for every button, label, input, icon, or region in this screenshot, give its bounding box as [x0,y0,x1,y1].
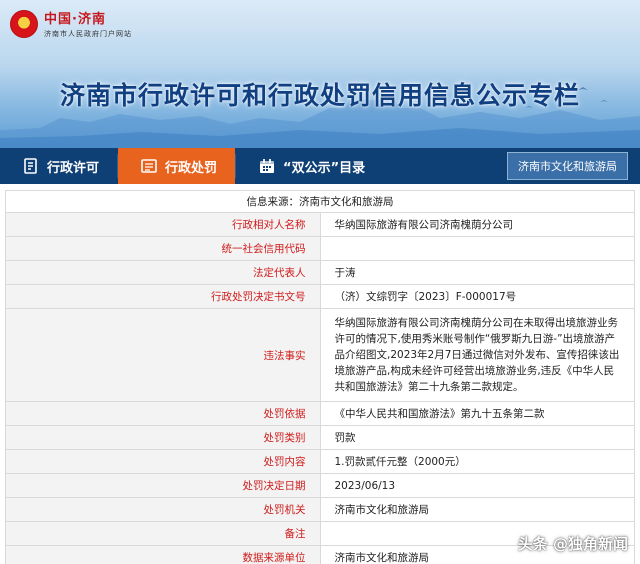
field-label: 法定代表人 [5,260,321,285]
field-label: 违法事实 [5,308,321,402]
department-link[interactable]: 济南市文化和旅游局 [507,152,628,180]
header-banner: 中国·济南 济南市人民政府门户网站 济南市行政许可和行政处罚信用信息公示专栏 [0,0,640,148]
table-row: 处罚机关 济南市文化和旅游局 [5,497,635,522]
list-icon [140,157,158,175]
page-title: 济南市行政许可和行政处罚信用信息公示专栏 [59,81,580,110]
field-value: 罚款 [319,425,635,450]
table-row: 处罚内容 1.罚款贰仟元整（2000元） [5,449,635,474]
field-value: 《中华人民共和国旅游法》第九十五条第二款 [319,401,635,426]
field-value: 2023/06/13 [319,473,635,498]
info-source: 信息来源：济南市文化和旅游局 [5,190,635,213]
table-row: 法定代表人 于涛 [5,260,635,285]
table-row: 违法事实 华纳国际旅游有限公司济南槐荫分公司在未取得出境旅游业务许可的情况下,使… [5,308,635,402]
source-watermark: 头条 @独角新闻 [517,535,628,553]
field-value: 1.罚款贰仟元整（2000元） [319,449,635,474]
field-label: 处罚内容 [5,449,321,474]
table-row: 行政处罚决定书文号 （济）文综罚字〔2023〕F-000017号 [5,284,635,309]
field-label: 行政相对人名称 [5,212,321,237]
field-value: 华纳国际旅游有限公司济南槐荫分公司在未取得出境旅游业务许可的情况下,使用秀米账号… [319,308,635,402]
table-row: 行政相对人名称 华纳国际旅游有限公司济南槐荫分公司 [5,212,635,237]
field-value: （济）文综罚字〔2023〕F-000017号 [319,284,635,309]
field-label: 统一社会信用代码 [5,236,321,261]
field-label: 处罚机关 [5,497,321,522]
field-label: 处罚决定日期 [5,473,321,498]
site-logo[interactable]: 中国·济南 济南市人民政府门户网站 [10,8,132,39]
table-row: 处罚依据 《中华人民共和国旅游法》第九十五条第二款 [5,401,635,426]
field-value: 于涛 [319,260,635,285]
record-table: 信息来源：济南市文化和旅游局 行政相对人名称 华纳国际旅游有限公司济南槐荫分公司… [5,190,635,564]
field-label: 处罚依据 [5,401,321,426]
field-label: 处罚类别 [5,425,321,450]
field-label: 行政处罚决定书文号 [5,284,321,309]
nav-item-label: 行政处罚 [165,160,218,176]
nav-item-catalog[interactable]: “双公示”目录 [236,148,383,184]
nav-item-penalties[interactable]: 行政处罚 [118,148,236,184]
table-row: 处罚决定日期 2023/06/13 [5,473,635,498]
nav-item-label: 行政许可 [47,160,100,176]
main-nav: 行政许可 行政处罚 “双公示”目录 济南市文化和旅游局 [0,148,640,184]
field-label: 备注 [5,521,321,546]
logo-subtitle: 济南市人民政府门户网站 [44,30,132,38]
national-emblem-icon [10,9,38,38]
nav-item-permits[interactable]: 行政许可 [0,148,117,184]
document-icon [22,157,40,175]
penalty-record: 信息来源：济南市文化和旅游局 行政相对人名称 华纳国际旅游有限公司济南槐荫分公司… [0,190,640,564]
logo-title: 中国·济南 [44,12,106,27]
table-row: 处罚类别 罚款 [5,425,635,450]
table-row: 统一社会信用代码 [5,236,635,261]
field-value: 华纳国际旅游有限公司济南槐荫分公司 [319,212,635,237]
field-value [319,236,635,261]
nav-item-label: “双公示”目录 [283,160,366,176]
calendar-icon [258,157,276,175]
field-value: 济南市文化和旅游局 [319,497,635,522]
field-label: 数据来源单位 [5,545,321,564]
